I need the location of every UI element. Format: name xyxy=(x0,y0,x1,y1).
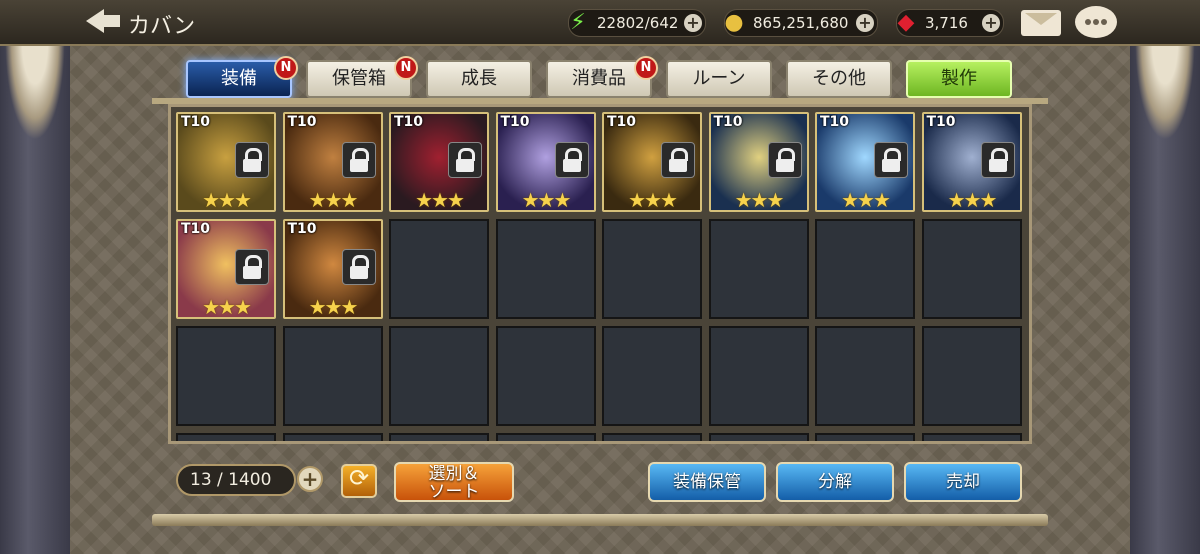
dismantle-button[interactable]: 分解 xyxy=(776,462,894,502)
empty-slot xyxy=(815,326,915,426)
store-equipment-button[interactable]: 装備保管 xyxy=(648,462,766,502)
lock-icon xyxy=(661,142,695,178)
gem-counter: ◆ 3,716 + xyxy=(896,9,1004,37)
refresh-icon[interactable] xyxy=(341,464,377,498)
lock-icon xyxy=(980,142,1015,178)
empty-slot xyxy=(921,326,1022,426)
equipment-item[interactable]: T10 ★★★ xyxy=(602,112,702,212)
left-decoration xyxy=(0,0,70,554)
inventory-count: 13 / 1400 xyxy=(176,464,296,496)
back-button[interactable] xyxy=(86,7,122,35)
tier-label: T10 xyxy=(181,114,211,130)
stamina-value: 22802/642 xyxy=(597,14,679,32)
empty-slot xyxy=(602,219,702,319)
empty-slot xyxy=(176,326,276,426)
star-rating: ★★★ xyxy=(628,188,678,212)
top-bar: カバン ⚡ 22802/642 + ● 865,251,680 + ◆ 3,71… xyxy=(0,0,1200,46)
star-rating: ★★★ xyxy=(521,188,572,212)
lock-icon xyxy=(767,142,802,178)
star-rating: ★★★ xyxy=(202,295,252,319)
tab-growth[interactable]: 成長 xyxy=(426,60,532,98)
star-rating: ★★★ xyxy=(308,295,359,319)
gold-coin-icon: ● xyxy=(724,10,744,35)
empty-slot xyxy=(389,433,489,441)
tier-label: T10 xyxy=(181,221,211,237)
gem-value: 3,716 xyxy=(925,14,968,32)
panel-frame-bottom xyxy=(152,514,1048,526)
lock-icon xyxy=(448,142,482,178)
star-rating: ★★★ xyxy=(308,188,359,212)
lock-icon xyxy=(235,142,269,178)
equipment-item[interactable]: T10 ★★★ xyxy=(282,112,383,212)
tier-label: T10 xyxy=(287,114,317,130)
star-rating: ★★★ xyxy=(734,188,785,212)
sell-button[interactable]: 売却 xyxy=(904,462,1022,502)
empty-slot xyxy=(389,326,489,426)
expand-inventory-button[interactable]: + xyxy=(297,466,323,492)
chat-bubble-icon[interactable] xyxy=(1075,6,1117,38)
equipment-item[interactable]: T10 ★★★ xyxy=(815,112,915,212)
equipment-item[interactable]: T10 ★★★ xyxy=(176,112,276,212)
stamina-counter: ⚡ 22802/642 + xyxy=(568,9,706,37)
empty-slot xyxy=(921,219,1022,319)
add-gold-button[interactable]: + xyxy=(856,14,874,32)
empty-slot xyxy=(495,326,596,426)
tier-label: T10 xyxy=(287,221,317,237)
lock-icon xyxy=(341,249,376,285)
inventory-grid: T10 ★★★ T10 ★★★ T10 ★★★ T10 ★★★ T10 ★★★ T10 ★★★ T10 ★… xyxy=(168,104,1032,444)
empty-slot xyxy=(815,433,915,441)
empty-slot xyxy=(815,219,915,319)
lock-icon xyxy=(874,142,908,178)
equipment-item[interactable]: T10 ★★★ xyxy=(176,219,276,319)
empty-slot xyxy=(708,219,809,319)
tab-other[interactable]: その他 xyxy=(786,60,892,98)
star-rating: ★★★ xyxy=(415,188,465,212)
tier-label: T10 xyxy=(820,114,850,130)
empty-slot xyxy=(708,326,809,426)
tier-label: T10 xyxy=(607,114,637,130)
empty-slot xyxy=(602,326,702,426)
empty-slot xyxy=(389,219,489,319)
gold-counter: ● 865,251,680 + xyxy=(724,9,878,37)
empty-slot xyxy=(495,433,596,441)
equipment-item[interactable]: T10 ★★★ xyxy=(708,112,809,212)
equipment-item[interactable]: T10 ★★★ xyxy=(389,112,489,212)
tab-runes[interactable]: ルーン xyxy=(666,60,772,98)
sort-button[interactable]: 選別＆ ソート xyxy=(394,462,514,502)
empty-slot xyxy=(176,433,276,441)
equipment-item[interactable]: T10 ★★★ xyxy=(921,112,1022,212)
screen-title: カバン xyxy=(128,14,196,39)
tier-label: T10 xyxy=(394,114,424,130)
new-badge: N xyxy=(394,56,418,80)
add-stamina-button[interactable]: + xyxy=(684,14,702,32)
empty-slot xyxy=(921,433,1022,441)
tier-label: T10 xyxy=(926,114,956,130)
lock-icon xyxy=(235,249,269,285)
empty-slot xyxy=(495,219,596,319)
tier-label: T10 xyxy=(500,114,530,130)
lightning-icon: ⚡ xyxy=(570,10,586,35)
new-badge: N xyxy=(634,56,658,80)
right-decoration xyxy=(1130,0,1200,554)
gold-value: 865,251,680 xyxy=(753,14,849,32)
lock-icon xyxy=(554,142,589,178)
lock-icon xyxy=(341,142,376,178)
mail-icon[interactable] xyxy=(1021,10,1061,36)
empty-slot xyxy=(282,326,383,426)
star-rating: ★★★ xyxy=(841,188,891,212)
equipment-item[interactable]: T10 ★★★ xyxy=(282,219,383,319)
empty-slot xyxy=(708,433,809,441)
tier-label: T10 xyxy=(713,114,743,130)
tab-crafting[interactable]: 製作 xyxy=(906,60,1012,98)
empty-slot xyxy=(602,433,702,441)
add-gems-button[interactable]: + xyxy=(982,14,1000,32)
star-rating: ★★★ xyxy=(202,188,252,212)
bottom-bar: 13 / 1400 + 選別＆ソート 装備保管 分解 売却 xyxy=(168,452,1032,514)
empty-slot xyxy=(282,433,383,441)
equipment-item[interactable]: T10 ★★★ xyxy=(495,112,596,212)
star-rating: ★★★ xyxy=(947,188,998,212)
ruby-gem-icon: ◆ xyxy=(897,10,915,35)
new-badge: N xyxy=(274,56,298,80)
